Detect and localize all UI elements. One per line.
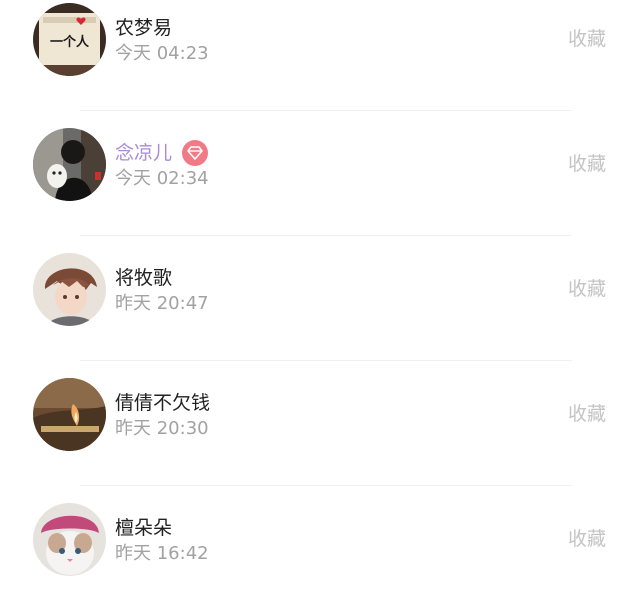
- collect-button[interactable]: 收藏: [568, 276, 606, 302]
- avatar-image: [33, 128, 106, 201]
- user-name[interactable]: 倩倩不欠钱: [115, 390, 210, 416]
- avatar-image: [33, 253, 106, 326]
- collect-button[interactable]: 收藏: [568, 151, 606, 177]
- list-item[interactable]: 檀朵朵 昨天 16:42 收藏: [0, 486, 640, 611]
- list-item[interactable]: 将牧歌 昨天 20:47 收藏: [0, 236, 640, 361]
- collect-button[interactable]: 收藏: [568, 26, 606, 52]
- avatar-sign-text: 一个人: [50, 34, 90, 50]
- name-line: 念凉儿: [115, 140, 209, 166]
- avatar[interactable]: [33, 128, 106, 201]
- name-line: 檀朵朵: [115, 515, 172, 541]
- user-name[interactable]: 将牧歌: [115, 265, 172, 291]
- vip-diamond-icon: [182, 140, 209, 166]
- name-line: 将牧歌: [115, 265, 172, 291]
- collect-button[interactable]: 收藏: [568, 526, 606, 552]
- avatar[interactable]: [33, 378, 106, 451]
- timestamp: 今天 02:34: [115, 168, 209, 189]
- avatar-image: [33, 503, 106, 576]
- timestamp: 昨天 16:42: [115, 543, 209, 564]
- timestamp: 昨天 20:30: [115, 418, 209, 439]
- timestamp: 今天 04:23: [115, 43, 209, 64]
- avatar[interactable]: [33, 253, 106, 326]
- avatar-image: [33, 378, 106, 451]
- user-name[interactable]: 农梦易: [115, 15, 172, 41]
- user-name[interactable]: 念凉儿: [115, 140, 172, 166]
- avatar[interactable]: 一个人: [33, 3, 106, 76]
- user-name[interactable]: 檀朵朵: [115, 515, 172, 541]
- list-item[interactable]: 一个人 农梦易 今天 04:23 收藏: [0, 0, 640, 111]
- avatar[interactable]: [33, 503, 106, 576]
- avatar-image: 一个人: [33, 3, 106, 76]
- name-line: 农梦易: [115, 15, 172, 41]
- name-line: 倩倩不欠钱: [115, 390, 210, 416]
- list-item[interactable]: 念凉儿 今天 02:34 收藏: [0, 111, 640, 236]
- list-item[interactable]: 倩倩不欠钱 昨天 20:30 收藏: [0, 361, 640, 486]
- collect-button[interactable]: 收藏: [568, 401, 606, 427]
- timestamp: 昨天 20:47: [115, 293, 209, 314]
- user-list: 一个人 农梦易 今天 04:23 收藏 念凉儿 今天 02:34 收藏 将牧歌 …: [0, 0, 640, 593]
